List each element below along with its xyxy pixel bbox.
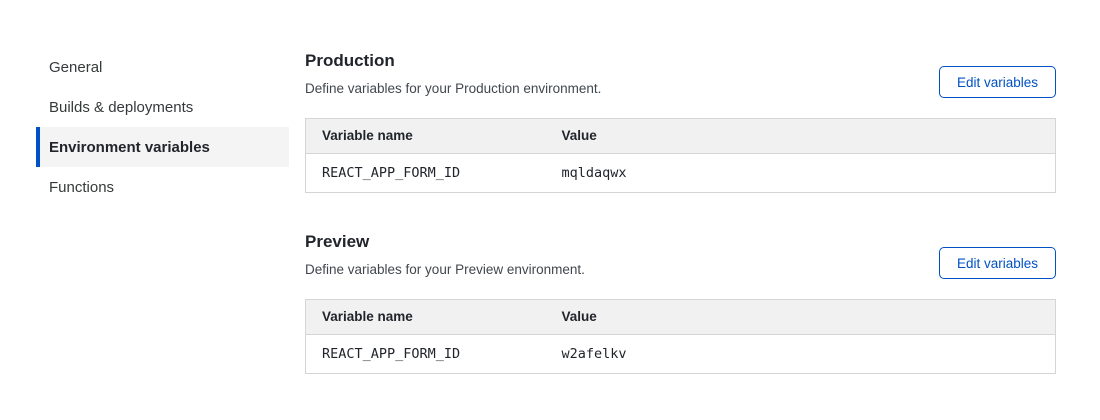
column-header-variable-name: Variable name <box>306 119 546 154</box>
column-header-value: Value <box>546 119 1056 154</box>
sidebar-item-general[interactable]: General <box>36 47 289 87</box>
preview-description: Define variables for your Preview enviro… <box>305 261 585 279</box>
preview-edit-variables-button[interactable]: Edit variables <box>939 247 1056 279</box>
sidebar-item-builds-deployments[interactable]: Builds & deployments <box>36 87 289 127</box>
preview-section-texts: Preview Define variables for your Previe… <box>305 231 585 279</box>
preview-section: Preview Define variables for your Previe… <box>305 231 1056 374</box>
table-header-row: Variable name Value <box>306 300 1056 335</box>
production-title: Production <box>305 50 601 71</box>
table-row: REACT_APP_FORM_ID mqldaqwx <box>306 154 1056 193</box>
preview-section-header: Preview Define variables for your Previe… <box>305 231 1056 279</box>
production-variables-table: Variable name Value REACT_APP_FORM_ID mq… <box>305 118 1056 193</box>
table-row: REACT_APP_FORM_ID w2afelkv <box>306 335 1056 374</box>
preview-variables-table: Variable name Value REACT_APP_FORM_ID w2… <box>305 299 1056 374</box>
column-header-value: Value <box>546 300 1056 335</box>
preview-title: Preview <box>305 231 585 252</box>
production-edit-variables-button[interactable]: Edit variables <box>939 66 1056 98</box>
table-header-row: Variable name Value <box>306 119 1056 154</box>
variable-value-cell: mqldaqwx <box>546 154 1056 193</box>
settings-sidebar: General Builds & deployments Environment… <box>36 47 289 374</box>
sidebar-item-functions[interactable]: Functions <box>36 167 289 207</box>
production-section-texts: Production Define variables for your Pro… <box>305 50 601 98</box>
production-section: Production Define variables for your Pro… <box>305 50 1056 193</box>
column-header-variable-name: Variable name <box>306 300 546 335</box>
production-description: Define variables for your Production env… <box>305 80 601 98</box>
production-section-header: Production Define variables for your Pro… <box>305 50 1056 98</box>
variable-name-cell: REACT_APP_FORM_ID <box>306 335 546 374</box>
sidebar-item-environment-variables[interactable]: Environment variables <box>36 127 289 167</box>
environment-variables-content: Production Define variables for your Pro… <box>305 47 1056 374</box>
variable-value-cell: w2afelkv <box>546 335 1056 374</box>
settings-page: General Builds & deployments Environment… <box>0 0 1100 374</box>
variable-name-cell: REACT_APP_FORM_ID <box>306 154 546 193</box>
